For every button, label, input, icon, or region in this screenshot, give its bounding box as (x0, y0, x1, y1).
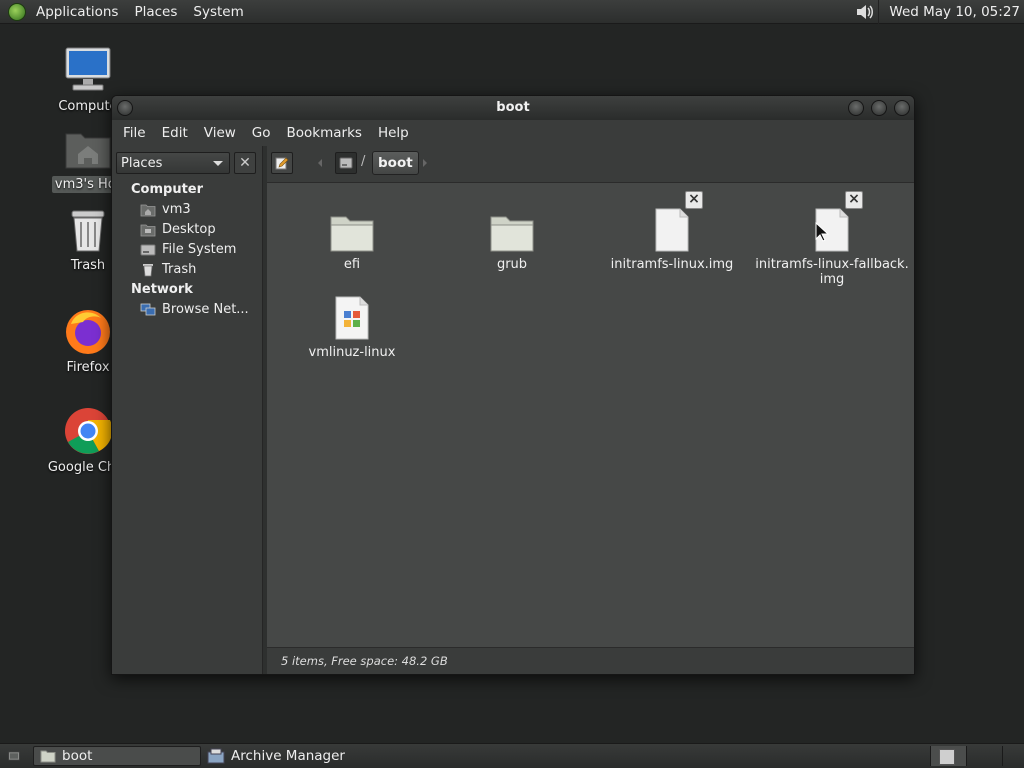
folder-icon (490, 216, 534, 252)
top-panel: Applications Places System Wed May 10, 0… (0, 0, 1024, 24)
file-name: efi (343, 257, 361, 272)
chevron-right-icon (423, 159, 427, 167)
applications-menu[interactable]: Applications (28, 0, 126, 24)
menu-file[interactable]: File (115, 120, 154, 146)
trash-icon (71, 210, 105, 252)
breadcrumb-scroll-left[interactable] (313, 154, 327, 172)
show-desktop-button[interactable] (2, 746, 26, 766)
home-folder-icon (65, 133, 111, 169)
sidebar-item-label: Browse Net... (162, 302, 249, 317)
file-name: vmlinuz-linux (308, 345, 396, 360)
location-toolbar: / boot (267, 146, 914, 182)
close-side-pane-button[interactable]: ✕ (234, 152, 256, 174)
menu-bookmarks[interactable]: Bookmarks (279, 120, 370, 146)
desktop-folder-icon (140, 224, 156, 236)
file-item-efi[interactable]: efi (272, 205, 432, 272)
breadcrumb-root[interactable] (335, 152, 357, 174)
sidebar-item-vm3[interactable]: vm3 (140, 202, 258, 217)
firefox-icon (66, 310, 110, 354)
clock[interactable]: Wed May 10, 05:27 (878, 0, 1024, 24)
network-header: Network (131, 282, 193, 297)
sidebar-item-browse-network[interactable]: Browse Net... (140, 302, 258, 317)
task-boot[interactable]: boot (33, 746, 201, 766)
side-pane-selector[interactable]: Places (116, 152, 230, 174)
workspace-1[interactable] (930, 746, 966, 766)
file-item-initramfs-linux[interactable]: initramfs-linux.img × (592, 191, 752, 272)
toggle-location-entry-button[interactable] (271, 152, 293, 174)
sidebar-item-label: Desktop (162, 222, 216, 237)
menu-go[interactable]: Go (244, 120, 279, 146)
task-archive-manager[interactable]: Archive Manager (201, 746, 401, 766)
window-titlebar[interactable]: boot (112, 96, 914, 120)
breadcrumb-current[interactable]: boot (372, 151, 419, 175)
close-button[interactable] (894, 100, 910, 116)
breadcrumb-separator: / (361, 154, 366, 169)
distro-logo-icon[interactable] (8, 2, 26, 21)
file-name: grub (496, 257, 528, 272)
places-menu[interactable]: Places (126, 0, 185, 24)
task-label: Archive Manager (231, 748, 345, 764)
sidebar-item-label: Trash (162, 262, 197, 277)
system-menu[interactable]: System (185, 0, 251, 24)
computer-header: Computer (131, 182, 204, 197)
edit-icon (275, 157, 289, 170)
sidebar-item-desktop[interactable]: Desktop (140, 222, 258, 237)
mouse-cursor-icon (815, 222, 829, 242)
task-label: boot (62, 748, 93, 764)
maximize-button[interactable] (871, 100, 887, 116)
unreadable-emblem-icon: × (845, 191, 863, 209)
window-menu-button[interactable] (117, 100, 133, 116)
side-pane-selector-label: Places (121, 155, 163, 171)
drive-icon (140, 244, 156, 255)
side-pane: Places ✕ Computer vm3 Desktop File Syste… (112, 146, 262, 674)
breadcrumb-scroll-right[interactable] (418, 154, 432, 172)
archive-icon (207, 748, 225, 764)
drive-icon (339, 157, 353, 169)
window-body: Places ✕ Computer vm3 Desktop File Syste… (112, 146, 914, 674)
menubar: File Edit View Go Bookmarks Help (112, 120, 914, 146)
file-name: initramfs-linux-fallback. img (755, 257, 909, 287)
show-desktop-icon (8, 751, 20, 761)
folder-icon (330, 216, 374, 252)
bottom-panel: boot Archive Manager (0, 743, 1024, 768)
file-item-vmlinuz-linux[interactable]: vmlinuz-linux (272, 293, 432, 360)
folder-icon (40, 750, 56, 763)
workspace-3[interactable] (1002, 746, 1024, 766)
close-icon: ✕ (239, 155, 251, 171)
menu-edit[interactable]: Edit (154, 120, 196, 146)
minimize-button[interactable] (848, 100, 864, 116)
window-title: boot (496, 100, 530, 115)
executable-icon (335, 296, 369, 340)
menu-view[interactable]: View (196, 120, 244, 146)
chrome-icon (65, 408, 113, 454)
unreadable-emblem-icon: × (685, 191, 703, 209)
workspace-2[interactable] (966, 746, 1002, 766)
home-icon (140, 204, 156, 216)
file-manager-window: boot File Edit View Go Bookmarks Help Pl… (111, 95, 915, 675)
places-tree: Computer vm3 Desktop File System Trash N… (112, 180, 262, 674)
workspace-window-icon (939, 749, 955, 765)
main-pane: / boot efi grub initramfs-linux.img × in… (267, 146, 914, 674)
chevron-left-icon (318, 159, 322, 167)
sidebar-item-file-system[interactable]: File System (140, 242, 258, 257)
file-item-initramfs-linux-fallback[interactable]: initramfs-linux-fallback. img × (752, 191, 912, 287)
network-icon (140, 303, 156, 315)
computer-icon (65, 47, 111, 91)
sidebar-item-trash[interactable]: Trash (140, 262, 258, 277)
document-icon (655, 208, 689, 252)
file-name: initramfs-linux.img (610, 257, 734, 272)
menu-help[interactable]: Help (370, 120, 417, 146)
trash-icon (143, 263, 153, 276)
status-bar: 5 items, Free space: 48.2 GB (267, 647, 914, 674)
volume-icon[interactable] (852, 0, 878, 24)
sidebar-item-label: vm3 (162, 202, 191, 217)
sidebar-item-label: File System (162, 242, 237, 257)
file-item-grub[interactable]: grub (432, 205, 592, 272)
dropdown-arrow-icon (213, 161, 223, 166)
file-view[interactable]: efi grub initramfs-linux.img × initramfs… (267, 182, 914, 648)
